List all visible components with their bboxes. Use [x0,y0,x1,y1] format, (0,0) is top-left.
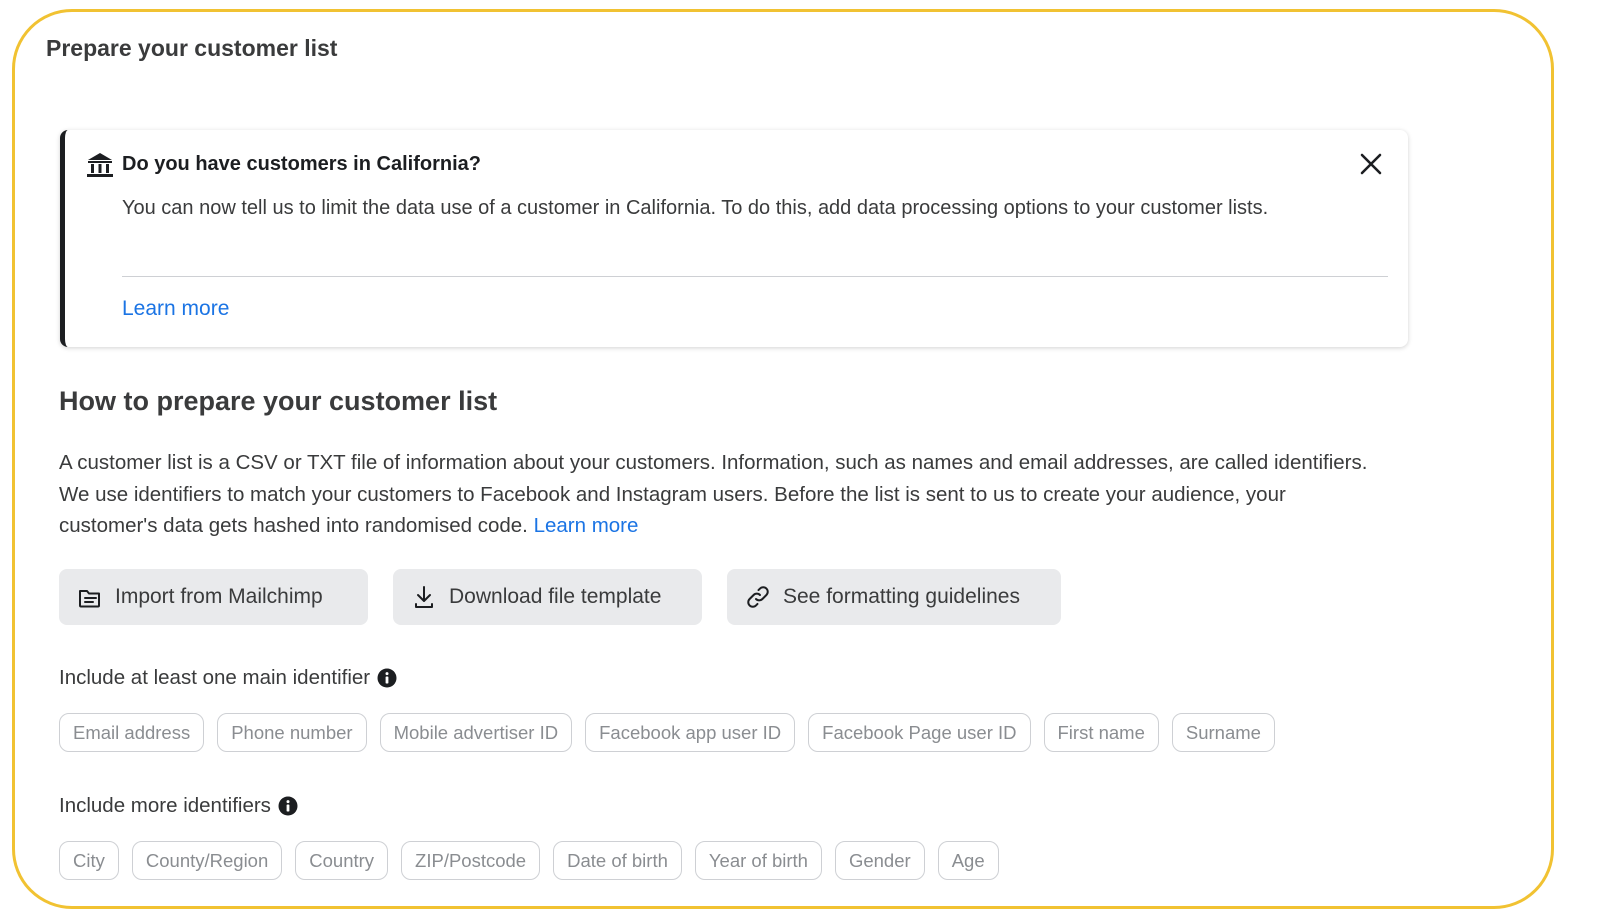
more-identifiers-label-text: Include more identifiers [59,794,271,817]
identifier-chip: Email address [59,713,205,752]
identifier-chip: Date of birth [553,841,682,880]
section-learn-more-link[interactable]: Learn more [534,514,639,537]
california-notice-banner: Do you have customers in California? You… [60,130,1408,347]
more-identifier-chips: City County/Region Country ZIP/Postcode … [59,841,999,880]
main-identifier-label: Include at least one main identifier [59,666,397,690]
identifier-chip: Phone number [217,713,367,752]
banner-title: Do you have customers in California? [122,153,481,175]
info-icon[interactable] [278,796,298,816]
identifier-chip: Facebook app user ID [585,713,796,752]
identifier-chip: First name [1043,713,1159,752]
download-icon [415,586,433,608]
section-body-text: A customer list is a CSV or TXT file of … [59,451,1368,537]
import-mailchimp-label: Import from Mailchimp [115,585,323,608]
identifier-chip: Gender [834,841,925,880]
link-icon [747,586,769,608]
banner-body: You can now tell us to limit the data us… [122,197,1269,219]
identifier-chip: Mobile advertiser ID [379,713,573,752]
identifier-chip: Age [937,841,999,880]
identifier-chip: Country [295,841,389,880]
identifier-chip: ZIP/Postcode [401,841,541,880]
bank-building-icon [87,153,113,177]
main-identifier-label-text: Include at least one main identifier [59,666,371,689]
identifier-chip: Year of birth [694,841,822,880]
download-template-button[interactable]: Download file template [393,569,702,625]
banner-divider [122,276,1388,277]
section-description: A customer list is a CSV or TXT file of … [59,447,1389,542]
info-icon[interactable] [377,668,397,688]
import-mailchimp-button[interactable]: Import from Mailchimp [59,569,368,625]
identifier-chip: Surname [1171,713,1275,752]
formatting-guidelines-button[interactable]: See formatting guidelines [727,569,1061,625]
more-identifiers-label: Include more identifiers [59,794,298,818]
download-template-label: Download file template [449,585,662,608]
banner-learn-more-link[interactable]: Learn more [122,297,229,321]
identifier-chip: Facebook Page user ID [808,713,1031,752]
identifier-chip: County/Region [131,841,283,880]
section-heading: How to prepare your customer list [59,386,498,416]
page-title: Prepare your customer list [46,35,338,61]
folder-icon [79,590,100,608]
main-identifier-chips: Email address Phone number Mobile advert… [59,713,1275,752]
close-icon[interactable] [1359,152,1383,176]
identifier-chip: City [59,841,119,880]
formatting-guidelines-label: See formatting guidelines [783,585,1020,608]
